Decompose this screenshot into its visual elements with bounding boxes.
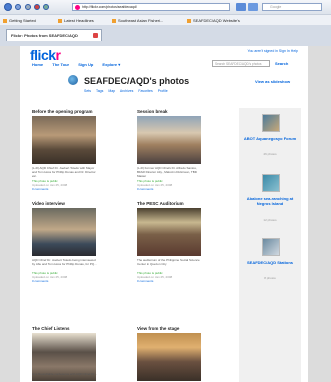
bookmark-latest-headlines[interactable]: Latest Headlines	[58, 18, 94, 23]
subnav-favorites[interactable]: Favorites	[138, 89, 152, 93]
nav-tour[interactable]: The Tour	[52, 62, 69, 67]
photo-title[interactable]: View from the stage	[137, 326, 179, 331]
subnav-map[interactable]: Map	[108, 89, 115, 93]
buddy-icon[interactable]	[68, 75, 78, 85]
flickr-logo[interactable]: flickr	[30, 47, 61, 63]
tab-bar: Flickr: Photos from SEAFDEC/AQD	[0, 25, 331, 46]
browser-search-input[interactable]: Google	[262, 3, 322, 11]
sets-sidebar: ABOT Aquanegosyo Forum 46 photos Abalone…	[239, 108, 301, 382]
subnav-profile[interactable]: Profile	[158, 89, 168, 93]
home-icon[interactable]	[43, 4, 49, 10]
nav-explore[interactable]: Explore ▾	[102, 62, 120, 67]
photo-title[interactable]: The Chief Listens	[32, 326, 70, 331]
set-title[interactable]: SEAFDEC/AQD Stations	[241, 260, 299, 265]
comments-link[interactable]: 0 comments	[32, 187, 98, 191]
site-favicon-icon	[75, 5, 80, 10]
search-engine-icon[interactable]	[248, 3, 258, 11]
subnav-tags[interactable]: Tags	[96, 89, 103, 93]
set-count: 8 photos	[264, 276, 276, 280]
search-button[interactable]: Search	[275, 61, 288, 66]
photo-meta: This photo is public Uploaded on Jan 25,…	[32, 271, 98, 283]
page-title: SEAFDEC/AQD's photos	[84, 76, 190, 86]
photo-caption: The auditorium of the Philippine Social …	[137, 258, 200, 266]
set-thumbnail[interactable]	[262, 174, 280, 192]
set-thumbnail[interactable]	[262, 238, 280, 256]
photo-caption: (L-R) AQD Chief Dr. Joebert Toledo with …	[32, 166, 96, 178]
set-title[interactable]: ABOT Aquanegosyo Forum	[241, 136, 299, 141]
photo-thumbnail[interactable]	[32, 116, 96, 164]
photo-thumbnail[interactable]	[137, 333, 201, 381]
set-count: 46 photos	[263, 152, 277, 156]
photo-meta: This photo is public Uploaded on Jan 25,…	[137, 179, 203, 191]
photo-title[interactable]: Before the opening program	[32, 109, 93, 114]
photo-caption: (L-R) Former AQD Chiefs Dr. Alfredo Sant…	[137, 166, 197, 178]
bookmarks-bar: Getting Started Latest Headlines Southea…	[0, 14, 331, 25]
set-count: 12 photos	[263, 218, 277, 222]
photo-caption: At a Roundtable conference with AQD Chie…	[32, 372, 97, 376]
slideshow-link[interactable]: View as slideshow	[255, 79, 290, 84]
tab-title: Flickr: Photos from SEAFDEC/AQD	[11, 33, 78, 38]
set-title[interactable]: Abalone sea-ranching at Negros Island	[241, 196, 299, 206]
comments-link[interactable]: 0 comments	[137, 279, 203, 283]
photo-thumbnail[interactable]	[137, 116, 201, 164]
photo-search-input[interactable]: Search SEAFDEC/AQD's photos	[212, 60, 270, 67]
comments-link[interactable]: 0 comments	[137, 187, 203, 191]
bookmark-getting-started[interactable]: Getting Started	[3, 18, 36, 23]
close-tab-icon[interactable]	[93, 33, 98, 38]
browser-toolbar: http://flickr.com/photos/seafdecaqd/ Goo…	[0, 0, 331, 14]
forward-icon[interactable]	[15, 4, 21, 10]
go-button[interactable]	[236, 3, 246, 11]
account-links[interactable]: You aren't signed in Sign In Help	[247, 49, 298, 53]
bookmark-southeast-asian[interactable]: Southeast Asian Fisheri...	[112, 18, 163, 23]
photo-meta: This photo is public Uploaded on Jan 25,…	[137, 271, 203, 283]
photo-thumbnail[interactable]	[137, 208, 201, 256]
photo-title[interactable]: The PESC Auditorium	[137, 201, 184, 206]
photo-title[interactable]: Video interview	[32, 201, 65, 206]
flickr-page: flickr You aren't signed in Sign In Help…	[20, 46, 308, 382]
photo-caption: AQD Chief Dr. Joebert Toledo being inter…	[32, 258, 97, 266]
comments-link[interactable]: 0 comments	[32, 279, 98, 283]
url-text: http://flickr.com/photos/seafdecaqd/	[82, 5, 137, 9]
photo-thumbnail[interactable]	[32, 208, 96, 256]
photo-title[interactable]: Session break	[137, 109, 168, 114]
nav-home[interactable]: Home	[32, 62, 43, 67]
tab-flickr[interactable]: Flickr: Photos from SEAFDEC/AQD	[6, 29, 102, 41]
bookmark-seafdec-website[interactable]: SEAFDEC/AQD Website's	[187, 18, 240, 23]
set-thumbnail[interactable]	[262, 114, 280, 132]
nav-signup[interactable]: Sign Up	[78, 62, 93, 67]
subnav-archives[interactable]: Archives	[120, 89, 133, 93]
reload-icon[interactable]	[25, 4, 31, 10]
main-nav: Home The Tour Sign Up Explore ▾	[32, 62, 128, 67]
subnav-sets[interactable]: Sets	[84, 89, 91, 93]
back-icon[interactable]	[4, 3, 12, 11]
stop-icon[interactable]	[34, 4, 40, 10]
browser-chrome: http://flickr.com/photos/seafdecaqd/ Goo…	[0, 0, 331, 46]
address-bar[interactable]: http://flickr.com/photos/seafdecaqd/	[72, 3, 230, 11]
profile-subnav: Sets Tags Map Archives Favorites Profile	[84, 89, 172, 93]
photo-meta: This photo is public Uploaded on Jan 25,…	[32, 179, 98, 191]
